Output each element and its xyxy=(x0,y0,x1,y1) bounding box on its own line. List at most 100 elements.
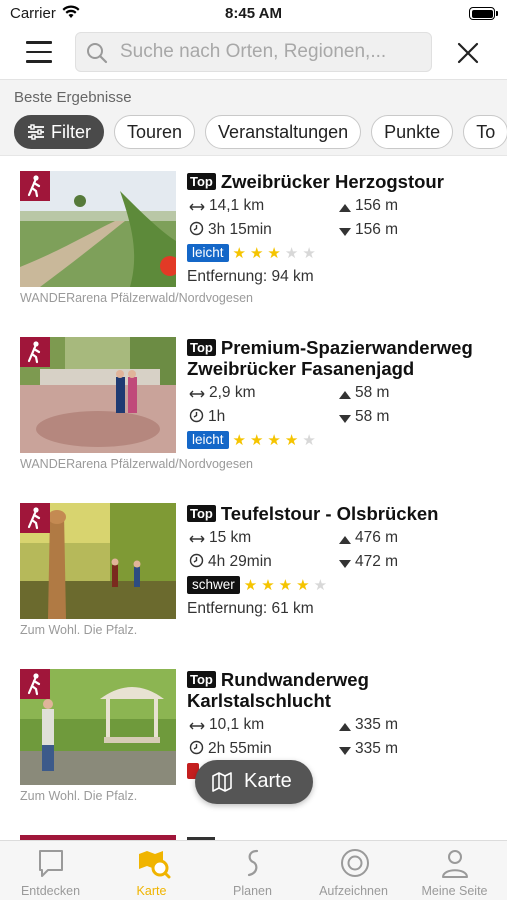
chip-veranstaltungen[interactable]: Veranstaltungen xyxy=(205,115,362,149)
hiking-icon xyxy=(20,503,50,533)
tour-duration: 3h 15min xyxy=(189,221,272,239)
menu-icon[interactable] xyxy=(26,41,52,63)
tour-title: Top Rundwanderweg Karlstalschlucht xyxy=(187,669,369,711)
filter-chips: Filter Touren Veranstaltungen Punkte To xyxy=(14,115,507,149)
descent-icon xyxy=(339,560,351,568)
distance-icon xyxy=(189,390,205,398)
close-icon[interactable] xyxy=(455,40,481,66)
ascent-icon xyxy=(339,536,351,544)
tour-duration: 1h xyxy=(189,408,225,426)
map-button-label: Karte xyxy=(244,770,292,792)
sliders-icon xyxy=(28,124,44,140)
distance-icon xyxy=(189,203,205,211)
top-badge: Top xyxy=(187,173,216,190)
tour-source: Zum Wohl. Die Pfalz. xyxy=(20,623,138,637)
chat-bubble-icon xyxy=(39,850,63,877)
tab-meine-seite[interactable]: Meine Seite xyxy=(404,841,505,900)
star-icon: ★ xyxy=(232,245,246,262)
top-badge: Top xyxy=(187,671,216,688)
list-item[interactable]: Zum Wohl. Die Pfalz. Top Teufelstour - Ol… xyxy=(0,489,507,655)
clock-icon xyxy=(189,553,204,568)
difficulty-badge: schwer xyxy=(187,576,240,594)
clock-icon xyxy=(189,408,204,423)
hiking-icon xyxy=(20,337,50,367)
tab-aufzeichnen[interactable]: Aufzeichnen xyxy=(303,841,404,900)
chip-touren[interactable]: Touren xyxy=(114,115,196,149)
chip-punkte[interactable]: Punkte xyxy=(371,115,454,149)
tour-distance: 15 km xyxy=(189,529,251,547)
profile-icon xyxy=(442,850,468,878)
tour-distance: 10,1 km xyxy=(189,716,264,734)
ascent-icon xyxy=(339,391,351,399)
tour-ascent: 335 m xyxy=(339,716,398,734)
tour-descent: 335 m xyxy=(339,740,398,758)
status-time: 8:45 AM xyxy=(225,5,282,22)
tab-planen[interactable]: Planen xyxy=(202,841,303,900)
battery-icon xyxy=(469,7,498,20)
rating-row: leicht ★ ★ ★ ★ ★ xyxy=(187,244,497,264)
star-icon: ★ xyxy=(284,432,299,449)
tour-source: WANDERarena Pfälzerwald/Nordvogesen xyxy=(20,291,253,305)
star-icon: ★ xyxy=(302,245,316,262)
star-icon: ★ xyxy=(302,432,316,449)
map-icon xyxy=(212,772,232,792)
tab-karte[interactable]: Karte xyxy=(101,841,202,900)
star-icon: ★ xyxy=(313,577,328,594)
tab-label: Aufzeichnen xyxy=(319,884,388,898)
hiking-icon xyxy=(20,669,50,699)
star-icon: ★ xyxy=(278,577,293,594)
section-label: Beste Ergebnisse xyxy=(14,89,132,106)
tour-distance: 14,1 km xyxy=(189,197,264,215)
map-search-icon xyxy=(139,851,171,879)
tour-thumbnail xyxy=(20,503,176,619)
star-icon: ★ xyxy=(261,577,275,594)
clock-icon xyxy=(189,740,204,755)
tour-thumbnail xyxy=(20,669,176,785)
tab-label: Entdecken xyxy=(20,884,81,898)
descent-icon xyxy=(339,747,351,755)
tour-entfernung: Entfernung: 94 km xyxy=(187,268,314,285)
tour-duration: 2h 55min xyxy=(189,740,272,758)
tab-label: Planen xyxy=(233,884,272,898)
distance-icon xyxy=(189,722,205,730)
star-icon: ★ xyxy=(267,432,281,449)
tab-entdecken[interactable]: Entdecken xyxy=(0,841,101,900)
search-icon xyxy=(87,43,108,64)
tab-label: Karte xyxy=(136,884,167,898)
tour-descent: 472 m xyxy=(339,553,398,571)
tour-source: WANDERarena Pfälzerwald/Nordvogesen xyxy=(20,457,253,471)
tour-source: Zum Wohl. Die Pfalz. xyxy=(20,789,138,803)
ascent-icon xyxy=(339,723,351,731)
rating-row: schwer ★ ★ ★ ★ ★ xyxy=(187,576,497,596)
record-icon xyxy=(341,849,369,877)
top-badge: Top xyxy=(187,339,216,356)
list-item[interactable] xyxy=(0,821,507,840)
rating-row: leicht ★ ★ ★ ★ ★ xyxy=(187,431,497,451)
map-button[interactable]: Karte xyxy=(195,760,313,804)
ascent-icon xyxy=(339,204,351,212)
star-icon: ★ xyxy=(284,245,299,262)
top-badge: Top xyxy=(187,505,216,522)
search-input[interactable] xyxy=(120,33,425,71)
chip-truncated[interactable]: To xyxy=(463,115,507,149)
tour-title: Top Zweibrücker Herzogstour xyxy=(187,171,497,192)
clock-icon xyxy=(189,221,204,236)
star-icon: ★ xyxy=(232,432,246,449)
search-header xyxy=(0,28,507,80)
tour-descent: 156 m xyxy=(339,221,398,239)
tab-label: Meine Seite xyxy=(421,884,488,898)
distance-icon xyxy=(189,535,205,543)
filter-chip[interactable]: Filter xyxy=(14,115,104,149)
star-icon: ★ xyxy=(267,245,281,262)
list-item[interactable]: WANDERarena Pfälzerwald/Nordvogesen Top Z… xyxy=(0,157,507,323)
star-icon: ★ xyxy=(249,432,264,449)
list-item[interactable]: WANDERarena Pfälzerwald/Nordvogesen Top P… xyxy=(0,323,507,489)
search-box[interactable] xyxy=(75,32,432,72)
descent-icon xyxy=(339,415,351,423)
tour-title: Top Teufelstour - Olsbrücken xyxy=(187,503,497,524)
tour-distance: 2,9 km xyxy=(189,384,256,402)
tour-entfernung: Entfernung: 61 km xyxy=(187,600,314,617)
tour-ascent: 476 m xyxy=(339,529,398,547)
tour-title: Top Premium-Spazierwanderweg Zweibrücker … xyxy=(187,337,473,379)
star-icon: ★ xyxy=(249,245,264,262)
